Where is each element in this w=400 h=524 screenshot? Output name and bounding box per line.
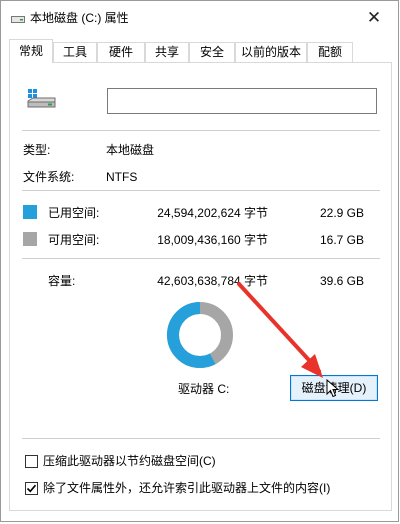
free-space-swatch: [23, 232, 37, 246]
type-value: 本地磁盘: [106, 143, 155, 157]
type-label: 类型:: [23, 143, 51, 157]
filesystem-value: NTFS: [106, 170, 138, 184]
close-button[interactable]: ✕: [362, 7, 386, 29]
tab-label: 常规: [18, 44, 43, 58]
properties-window: 本地磁盘 (C:) 属性 ✕ 常规 工具 硬件 共享 安全 以前的版本 配额 类…: [0, 0, 399, 522]
general-tab-panel: 类型: 本地磁盘 文件系统: NTFS 已用空间: 24,594,202,624…: [9, 62, 392, 511]
divider: [22, 190, 380, 191]
capacity-bytes: 42,603,638,784 字节: [157, 274, 268, 288]
allow-indexing-label: 除了文件属性外，还允许索引此驱动器上文件的内容(I): [43, 481, 331, 495]
mouse-pointer-icon: [326, 379, 340, 398]
drive-label: 驱动器 C:: [178, 382, 230, 396]
tab-strip: 常规 工具 硬件 共享 安全 以前的版本 配额: [9, 39, 393, 63]
divider: [22, 130, 380, 131]
free-space-label: 可用空间:: [48, 233, 100, 247]
disk-usage-donut: [167, 302, 233, 368]
window-title: 本地磁盘 (C:) 属性: [30, 11, 129, 25]
tab-label: 工具: [62, 45, 87, 59]
tab-label: 硬件: [108, 45, 133, 59]
volume-name-input[interactable]: [107, 88, 377, 114]
tab-previous-versions[interactable]: 以前的版本: [235, 42, 307, 62]
filesystem-label: 文件系统:: [23, 170, 75, 184]
close-icon: ✕: [366, 8, 382, 27]
tab-label: 共享: [154, 45, 179, 59]
used-space-bytes: 24,594,202,624 字节: [157, 206, 268, 220]
used-space-label: 已用空间:: [48, 206, 100, 220]
tab-tools[interactable]: 工具: [53, 42, 97, 62]
checkmark-icon: [26, 484, 37, 493]
title-bar[interactable]: 本地磁盘 (C:) 属性 ✕: [1, 1, 398, 35]
drive-icon: [11, 16, 25, 23]
tab-label: 以前的版本: [240, 45, 301, 59]
divider: [22, 438, 380, 439]
tab-label: 配额: [317, 45, 342, 59]
free-space-bytes: 18,009,436,160 字节: [157, 233, 268, 247]
free-space-size: 16.7 GB: [319, 233, 364, 247]
hard-drive-icon: [27, 89, 56, 108]
used-space-size: 22.9 GB: [319, 206, 364, 220]
tab-security[interactable]: 安全: [189, 42, 235, 62]
capacity-label: 容量:: [48, 274, 76, 288]
tab-quota[interactable]: 配额: [307, 42, 353, 62]
tab-hardware[interactable]: 硬件: [97, 42, 145, 62]
compress-drive-label: 压缩此驱动器以节约磁盘空间(C): [43, 454, 216, 468]
capacity-size: 39.6 GB: [319, 274, 364, 288]
tab-label: 安全: [199, 45, 224, 59]
used-space-swatch: [23, 205, 37, 219]
compress-drive-checkbox[interactable]: [25, 455, 38, 468]
allow-indexing-checkbox[interactable]: [25, 482, 38, 495]
tab-general[interactable]: 常规: [9, 39, 53, 63]
tab-sharing[interactable]: 共享: [145, 42, 189, 62]
divider: [22, 258, 380, 259]
